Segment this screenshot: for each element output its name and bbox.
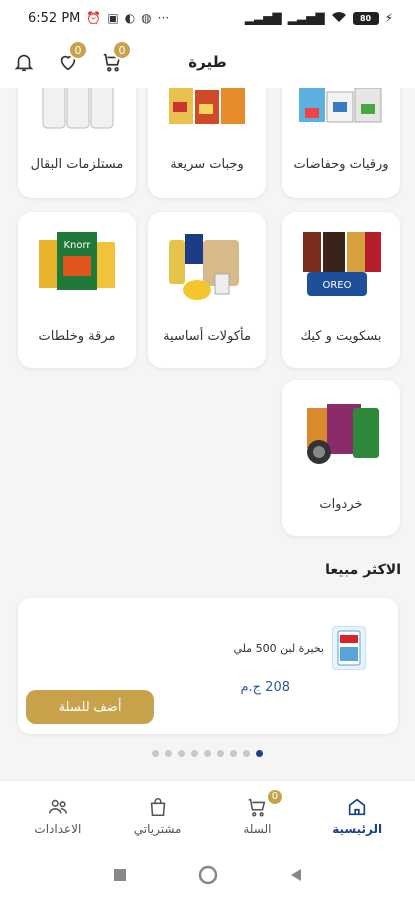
- bottom-navigation: الاعدادات مشترياتي 0 السلة الرئيسية: [0, 780, 415, 850]
- carousel-dot[interactable]: [204, 750, 211, 757]
- status-right: ▂▃▅▇ ▂▃▅▇ 80 ⚡: [245, 11, 393, 26]
- broth-mixes-image: Knorr: [31, 224, 123, 308]
- product-name: بخيرة لبن 500 ملي: [233, 642, 324, 655]
- signal-icon: ▂▃▅▇: [244, 11, 282, 25]
- tissue-diaper-products-image: [295, 88, 387, 150]
- category-card[interactable]: ورقيات وحفاضات: [282, 88, 400, 198]
- status-left: 6:52 PM ⏰ ▣ ◐ ◍ ···: [28, 11, 169, 26]
- nav-label: الاعدادات: [34, 821, 82, 836]
- status-bar: 6:52 PM ⏰ ▣ ◐ ◍ ··· ▂▃▅▇ ▂▃▅▇ 80 ⚡: [0, 0, 415, 36]
- home-icon: [348, 798, 366, 815]
- cart-icon: [249, 798, 266, 816]
- nav-item-home[interactable]: الرئيسية: [310, 796, 405, 836]
- cart-count-badge: 0: [112, 40, 132, 60]
- category-card[interactable]: خردوات: [282, 380, 400, 536]
- app-notification-icon: ◐: [124, 11, 136, 25]
- bell-icon: [14, 54, 34, 72]
- category-card[interactable]: OREO بسكويت و كيك: [282, 212, 400, 368]
- alarm-icon: ⏰: [86, 11, 102, 25]
- category-card[interactable]: مأكولات أساسية: [148, 212, 266, 368]
- nav-item-settings[interactable]: الاعدادات: [10, 796, 105, 836]
- nav-label: مشترياتي: [133, 821, 182, 836]
- wifi-icon: [331, 11, 347, 26]
- carousel-dot[interactable]: [191, 750, 198, 757]
- carousel-dot[interactable]: [243, 750, 250, 757]
- app-bar: 0 0 طيرة: [0, 36, 415, 88]
- fast-food-products-image: [161, 88, 253, 150]
- biscuits-cake-products-image: OREO: [295, 224, 387, 308]
- settings-users-icon: [48, 799, 67, 814]
- status-time: 6:52 PM: [28, 10, 81, 26]
- system-navigation-bar: [0, 850, 415, 900]
- category-label: مرقة وخلطات: [38, 329, 116, 344]
- category-label: بسكويت و كيك: [300, 329, 382, 344]
- category-label: خردوات: [319, 497, 363, 512]
- category-card[interactable]: مستلزمات البقال: [18, 88, 136, 198]
- home-button[interactable]: [196, 863, 220, 887]
- staple-foods-image: [161, 224, 253, 308]
- nav-item-purchases[interactable]: مشترياتي: [110, 796, 205, 836]
- notifications-button[interactable]: [10, 48, 38, 76]
- milk-carton-image: [332, 626, 366, 670]
- carousel-dot[interactable]: [217, 750, 224, 757]
- svg-text:Knorr: Knorr: [63, 240, 91, 251]
- cart-button[interactable]: 0: [98, 40, 132, 76]
- carousel-dot[interactable]: [256, 750, 263, 757]
- square-icon: [113, 869, 126, 881]
- category-card[interactable]: وجبات سريعة: [148, 88, 266, 198]
- svg-text:OREO: OREO: [322, 280, 351, 291]
- category-label: مستلزمات البقال: [30, 157, 124, 172]
- carousel-dot[interactable]: [178, 750, 185, 757]
- nav-label: الرئيسية: [332, 821, 383, 836]
- nav-item-cart[interactable]: 0 السلة: [210, 787, 305, 836]
- nav-label: السلة: [243, 821, 272, 836]
- category-label: ورقيات وحفاضات: [293, 157, 389, 172]
- carousel-dot[interactable]: [165, 750, 172, 757]
- grocer-supplies-image: [31, 88, 123, 150]
- notification-icon: ▣: [107, 11, 119, 25]
- favorites-count-badge: 0: [68, 40, 88, 60]
- product-card[interactable]: بخيرة لبن 500 ملي 208 ج.م أضف للسلة: [18, 598, 398, 734]
- app-bar-actions: 0 0: [10, 40, 132, 76]
- triangle-back-icon: [290, 869, 301, 881]
- carousel-dots: [0, 750, 415, 757]
- back-button[interactable]: [284, 863, 308, 887]
- signal-icon-2: ▂▃▅▇: [287, 11, 325, 25]
- add-to-cart-button[interactable]: أضف للسلة: [26, 690, 154, 724]
- favorites-button[interactable]: 0: [54, 40, 88, 76]
- recents-button[interactable]: [108, 863, 132, 887]
- category-card[interactable]: Knorr مرقة وخلطات: [18, 212, 136, 368]
- hardware-sundries-image: [295, 392, 387, 476]
- best-sellers-title: الاكثر مبيعا: [325, 562, 401, 578]
- battery-icon: 80: [352, 11, 379, 25]
- main-content: ورقيات وحفاضات وجبات سريعة مستلزمات البق…: [0, 88, 415, 780]
- product-price: 208 ج.م: [240, 680, 290, 695]
- globe-icon: ◍: [141, 11, 152, 25]
- circle-icon: [198, 865, 217, 885]
- category-label: وجبات سريعة: [170, 157, 244, 172]
- shopping-bag-icon: [150, 797, 165, 816]
- more-icon: ···: [157, 11, 170, 25]
- cart-count-badge: 0: [265, 787, 284, 806]
- carousel-dot[interactable]: [230, 750, 237, 757]
- charging-icon: ⚡: [384, 11, 393, 25]
- category-label: مأكولات أساسية: [163, 329, 251, 344]
- carousel-dot[interactable]: [152, 750, 159, 757]
